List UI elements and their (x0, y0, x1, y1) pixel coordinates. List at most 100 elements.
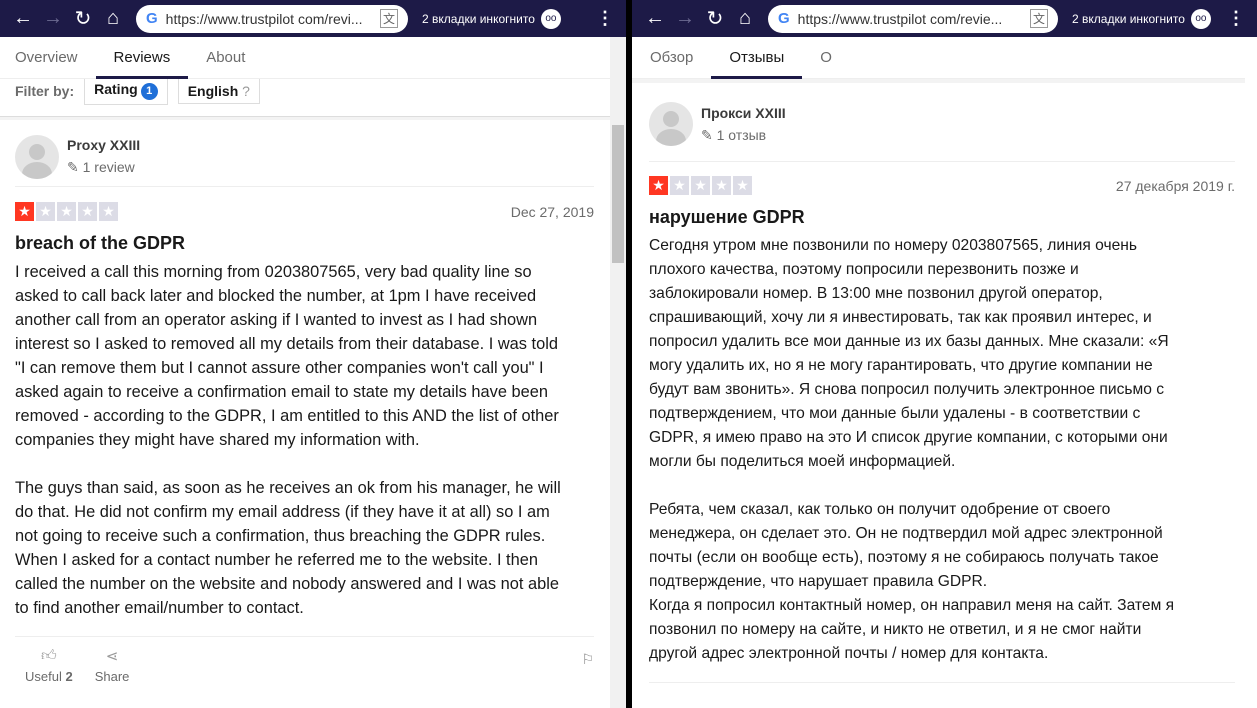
pencil-icon: ✎ (701, 126, 717, 143)
tab-overview[interactable]: Overview (0, 37, 96, 79)
review-count: ✎ 1 отзыв (701, 127, 786, 144)
translate-icon[interactable]: 文 (1029, 9, 1048, 28)
share-button[interactable]: ⋖ Share (95, 647, 130, 684)
review-line: подтверждение, что нарушает правила GDPR… (649, 573, 988, 590)
reviewer-info: Proxy XXIII ✎ 1 review (15, 127, 594, 187)
avatar[interactable] (649, 102, 693, 146)
google-icon: G (146, 10, 158, 27)
filter-bar: Filter by: Rating 1 English ? (0, 79, 626, 117)
tab-reviews[interactable]: Reviews (95, 37, 189, 79)
back-icon[interactable]: ← (8, 7, 38, 30)
menu-icon[interactable]: ⋮ (1227, 8, 1249, 29)
rating-count-badge: 1 (140, 83, 158, 100)
reload-icon[interactable]: ↻ (700, 6, 730, 31)
tab-about[interactable]: About (188, 37, 263, 79)
review-line: another call from an operator asking if … (15, 311, 538, 329)
review-line: to find another email/number to contact. (15, 599, 304, 617)
thumbs-up-icon: 👍︎ (41, 647, 57, 664)
share-label: Share (94, 669, 130, 684)
incognito-icon[interactable]: oo (540, 8, 561, 29)
address-bar[interactable]: G https://www.trustpilot com/revi... 文 (136, 4, 408, 33)
back-icon[interactable]: ← (640, 7, 670, 30)
share-icon: ⋖ (105, 648, 119, 665)
address-bar[interactable]: G https://www.trustpilot com/revie... 文 (768, 4, 1058, 33)
star-rating: ★ ★ ★ ★ ★ (649, 176, 752, 195)
review-line: "I can remove them but I cannot assure o… (15, 359, 544, 377)
star-rating: ★ ★ ★ ★ ★ (15, 202, 118, 221)
reviewer-name[interactable]: Прокси XXIII (701, 105, 786, 121)
language-filter-label: English (187, 82, 239, 99)
review-line: менеджера, он сделает это. Он не подтвер… (649, 525, 1163, 542)
review-line: почты (если он вообще есть), поэтому я н… (649, 549, 1159, 566)
review-line: Когда я попросил контактный номер, он на… (649, 597, 1175, 614)
google-icon: G (778, 10, 790, 27)
review-line: GDPR, я имею право на это И список други… (649, 429, 1168, 446)
star-icon: ★ (712, 176, 731, 195)
review-line: interest so I asked to removed all my de… (15, 335, 558, 353)
review-line: плохого качества, поэтому попросили пере… (649, 261, 1079, 278)
useful-count: 2 (65, 669, 73, 684)
review-line: будут вам звонить». Я снова попросил пол… (649, 381, 1165, 398)
home-icon[interactable]: ⌂ (730, 7, 760, 30)
scrollbar[interactable] (610, 37, 626, 708)
review-count-text: 1 отзыв (716, 126, 767, 143)
review-actions: 👍︎ Useful 2 ⋖ Share ⚐ (15, 636, 594, 684)
tab-reviews[interactable]: Отзывы (711, 37, 803, 79)
review-line: могли бы поделиться моей информацией. (649, 453, 956, 470)
pencil-icon: ✎ (67, 159, 83, 175)
review-line: When I asked for a contact number he ref… (15, 551, 538, 569)
rating-filter-button[interactable]: Rating 1 (84, 79, 168, 105)
tab-overview[interactable]: Обзор (632, 37, 711, 79)
star-icon: ★ (15, 202, 34, 221)
review-count-text: 1 review (82, 159, 135, 175)
scrollbar-thumb[interactable] (612, 125, 624, 263)
review-card: Прокси XXIII ✎ 1 отзыв ★ ★ ★ ★ ★ 27 декабря … (649, 94, 1235, 683)
page-tabs: Обзор Отзывы О (632, 37, 1257, 79)
review-line: do that. He did not confirm my email add… (15, 503, 550, 521)
forward-icon[interactable]: → (38, 7, 68, 30)
star-icon: ★ (691, 176, 710, 195)
review-line: Ребята, чем сказал, как только он получи… (649, 501, 1111, 518)
star-icon: ★ (78, 202, 97, 221)
incognito-label: 2 вкладки инкогнито (422, 11, 535, 26)
url-text: https://www.trustpilot com/revie... (797, 10, 1003, 27)
review-count: ✎ 1 review (67, 159, 140, 176)
reload-icon[interactable]: ↻ (68, 6, 98, 31)
review-title[interactable]: breach of the GDPR (15, 233, 594, 254)
scrollbar[interactable] (1245, 37, 1257, 708)
review-line: могу удалить их, но я не могу гарантиров… (649, 357, 1153, 374)
review-line: removed - according to the GDPR, I am en… (15, 407, 559, 425)
browser-toolbar: ← → ↻ ⌂ G https://www.trustpilot com/rev… (0, 0, 626, 37)
review-line: asked to call back later and blocked the… (15, 287, 537, 305)
review-line: companies they might have shared my info… (15, 431, 420, 449)
review-line: заблокировали номер. В 13:00 мне позвони… (649, 285, 1103, 302)
menu-icon[interactable]: ⋮ (596, 8, 618, 29)
star-icon: ★ (670, 176, 689, 195)
reviewer-name[interactable]: Proxy XXIII (67, 137, 140, 153)
url-text: https://www.trustpilot com/revi... (165, 10, 363, 27)
avatar[interactable] (15, 134, 59, 179)
review-body: I received a call this morning from 0203… (15, 260, 594, 620)
review-line: asked again to receive a confirmation em… (15, 383, 548, 401)
star-icon: ★ (99, 202, 118, 221)
page-tabs: Overview Reviews About (0, 37, 626, 79)
useful-button[interactable]: 👍︎ Useful 2 (25, 647, 73, 684)
reviewer-info: Прокси XXIII ✎ 1 отзыв (649, 94, 1235, 154)
review-line: I received a call this morning from 0203… (15, 263, 532, 281)
forward-icon[interactable]: → (670, 7, 700, 30)
language-filter-button[interactable]: English ? (177, 79, 260, 104)
home-icon[interactable]: ⌂ (98, 7, 128, 30)
tab-about[interactable]: О (802, 37, 850, 79)
review-line: not going to receive such a confirmation… (15, 527, 546, 545)
flag-icon[interactable]: ⚐ (581, 651, 594, 684)
review-date: 27 декабря 2019 г. (1115, 177, 1235, 194)
filter-label: Filter by: (15, 82, 75, 99)
useful-label: Useful (25, 669, 62, 684)
right-browser-window: ← → ↻ ⌂ G https://www.trustpilot com/rev… (632, 0, 1257, 708)
star-icon: ★ (36, 202, 55, 221)
incognito-icon[interactable]: oo (1190, 8, 1211, 29)
left-browser-window: ← → ↻ ⌂ G https://www.trustpilot com/rev… (0, 0, 626, 708)
translate-icon[interactable]: 文 (379, 9, 398, 28)
review-title[interactable]: нарушение GDPR (649, 207, 1235, 228)
